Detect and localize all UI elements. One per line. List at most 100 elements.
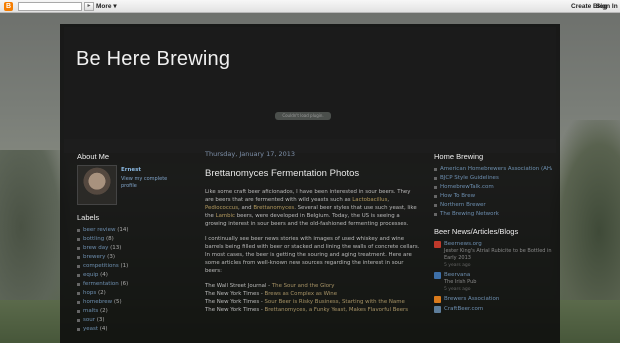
link-item[interactable]: The Brewing Network bbox=[434, 210, 552, 219]
label-item: yeast (4) bbox=[77, 325, 187, 334]
label-item: bottling (8) bbox=[77, 235, 187, 244]
text: beers, were developed in Belgium. Today,… bbox=[205, 213, 409, 227]
post-date: Thursday, January 17, 2013 bbox=[205, 150, 296, 158]
article-link[interactable]: Sour Beer is Risky Business, Starting wi… bbox=[265, 299, 405, 305]
article-source: The New York Times - bbox=[205, 307, 265, 313]
labels-heading: Labels bbox=[77, 213, 100, 222]
label-link[interactable]: equip bbox=[83, 272, 98, 278]
view-profile-link[interactable]: View my complete profile bbox=[121, 176, 181, 190]
article-link[interactable]: Brettanomyces, a Funky Yeast, Makes Flav… bbox=[265, 307, 409, 313]
more-menu[interactable]: More ▾ bbox=[96, 2, 117, 11]
feed-item: Brewers Association bbox=[434, 295, 552, 303]
label-item: competitions (1) bbox=[77, 262, 187, 271]
feed-icon bbox=[434, 306, 441, 313]
feed-name-link[interactable]: Beernews.org bbox=[444, 240, 552, 248]
main-column: Thursday, January 17, 2013 Brettanomyces… bbox=[205, 150, 420, 314]
feed-name-link[interactable]: CraftBeer.com bbox=[444, 305, 552, 313]
article-link-row: The New York Times - Brettanomyces, a Fu… bbox=[205, 306, 420, 314]
brettanomyces-link[interactable]: Brettanomyces bbox=[253, 205, 294, 211]
plugin-placeholder: Couldn't load plugin. bbox=[275, 112, 331, 120]
article-source: The New York Times - bbox=[205, 299, 265, 305]
feed-age: 5 years ago bbox=[444, 263, 471, 268]
post-paragraph: Like some craft beer aficionados, I have… bbox=[205, 188, 420, 228]
label-link[interactable]: competitions bbox=[83, 263, 119, 269]
blogger-logo-icon[interactable]: B bbox=[4, 2, 13, 11]
beer-news-heading: Beer News/Articles/Blogs bbox=[434, 227, 519, 236]
article-link[interactable]: Brews as Complex as Wine bbox=[265, 291, 338, 297]
label-count: (14) bbox=[117, 227, 129, 233]
label-item: brew day (13) bbox=[77, 244, 187, 253]
post-body: Like some craft beer aficionados, I have… bbox=[205, 188, 420, 314]
label-item: beer review (14) bbox=[77, 226, 187, 235]
label-count: (4) bbox=[100, 272, 108, 278]
labels-list: beer review (14) bottling (8) brew day (… bbox=[77, 226, 187, 334]
label-link[interactable]: sour bbox=[83, 317, 95, 323]
lambic-link[interactable]: Lambic bbox=[216, 213, 235, 219]
feed-post-link[interactable]: Jester King's Atrial Rubicite to be Bott… bbox=[444, 248, 552, 262]
article-link[interactable]: The Sour and the Glory bbox=[272, 283, 335, 289]
link-item[interactable]: HomebrewTalk.com bbox=[434, 183, 552, 192]
blog-header: Be Here Brewing bbox=[64, 27, 556, 139]
label-link[interactable]: brewery bbox=[83, 254, 105, 260]
feed-icon bbox=[434, 272, 441, 279]
label-count: (2) bbox=[97, 290, 106, 296]
label-count: (13) bbox=[110, 245, 122, 251]
label-link[interactable]: homebrew bbox=[83, 299, 112, 305]
lactobacillus-link[interactable]: Lactobacillus bbox=[352, 197, 387, 203]
label-count: (6) bbox=[120, 281, 129, 287]
profile-name-link[interactable]: Ernest bbox=[121, 167, 141, 173]
label-link[interactable]: hops bbox=[83, 290, 96, 296]
feed-age: 5 years ago bbox=[444, 287, 471, 292]
navbar-search-input[interactable] bbox=[18, 2, 82, 11]
text: , and bbox=[238, 205, 254, 211]
post-title[interactable]: Brettanomyces Fermentation Photos bbox=[205, 168, 420, 179]
label-count: (5) bbox=[113, 299, 122, 305]
sign-in-link[interactable]: Sign In bbox=[596, 2, 618, 11]
label-count: (1) bbox=[120, 263, 129, 269]
avatar[interactable] bbox=[77, 165, 117, 205]
feed-icon bbox=[434, 241, 441, 248]
article-source: The New York Times - bbox=[205, 291, 265, 297]
feed-item: Beervana The Irish Pub 5 years ago bbox=[434, 271, 552, 293]
label-count: (4) bbox=[99, 326, 108, 332]
label-item: malts (2) bbox=[77, 307, 187, 316]
profile-widget: Ernest View my complete profile bbox=[77, 165, 187, 213]
label-link[interactable]: brew day bbox=[83, 245, 108, 251]
label-count: (8) bbox=[105, 236, 114, 242]
link-item[interactable]: BJCP Style Guidelines bbox=[434, 174, 552, 183]
label-count: (3) bbox=[96, 317, 105, 323]
left-sidebar: About Me Ernest View my complete profile… bbox=[77, 152, 187, 334]
label-link[interactable]: yeast bbox=[83, 326, 98, 332]
label-count: (2) bbox=[100, 308, 108, 314]
article-link-row: The New York Times - Brews as Complex as… bbox=[205, 290, 420, 298]
label-item: hops (2) bbox=[77, 289, 187, 298]
link-item[interactable]: Northern Brewer bbox=[434, 201, 552, 210]
feed-name-link[interactable]: Brewers Association bbox=[444, 295, 552, 303]
navbar-search-button[interactable]: ▸ bbox=[84, 2, 94, 11]
label-item: brewery (3) bbox=[77, 253, 187, 262]
blogger-navbar: B ▸ More ▾ Create Blog Sign In bbox=[0, 0, 620, 13]
article-source: The Wall Street Journal - bbox=[205, 283, 272, 289]
article-link-row: The Wall Street Journal - The Sour and t… bbox=[205, 282, 420, 290]
label-link[interactable]: malts bbox=[83, 308, 98, 314]
link-item[interactable]: American Homebrewers Association (AHA) bbox=[434, 165, 552, 174]
label-item: homebrew (5) bbox=[77, 298, 187, 307]
home-brewing-heading: Home Brewing bbox=[434, 152, 484, 161]
feed-post-link[interactable]: The Irish Pub bbox=[444, 279, 552, 286]
link-item[interactable]: How To Brew bbox=[434, 192, 552, 201]
home-brewing-links: American Homebrewers Association (AHA) B… bbox=[434, 165, 552, 219]
article-links: The Wall Street Journal - The Sour and t… bbox=[205, 282, 420, 314]
article-link-row: The New York Times - Sour Beer is Risky … bbox=[205, 298, 420, 306]
blog-title[interactable]: Be Here Brewing bbox=[76, 48, 230, 71]
label-link[interactable]: beer review bbox=[83, 227, 115, 233]
right-sidebar: Home Brewing American Homebrewers Associ… bbox=[434, 152, 552, 315]
feed-icon bbox=[434, 296, 441, 303]
label-item: equip (4) bbox=[77, 271, 187, 280]
label-link[interactable]: fermentation bbox=[83, 281, 119, 287]
pediococcus-link[interactable]: Pediococcus bbox=[205, 205, 238, 211]
text: , bbox=[387, 197, 390, 203]
feed-name-link[interactable]: Beervana bbox=[444, 271, 552, 279]
about-me-heading: About Me bbox=[77, 152, 110, 161]
label-count: (3) bbox=[107, 254, 115, 260]
label-link[interactable]: bottling bbox=[83, 236, 104, 242]
